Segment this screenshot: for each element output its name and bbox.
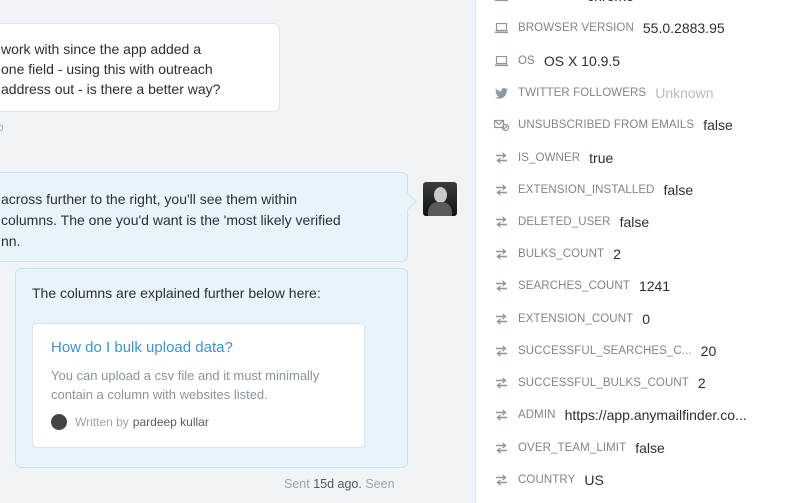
custom-attribute-icon bbox=[494, 376, 509, 390]
attribute-value: https://app.anymailfinder.co... bbox=[564, 407, 747, 423]
attribute-key: is_owner bbox=[518, 152, 581, 164]
attribute-value: 2 bbox=[697, 375, 706, 391]
user-message-line: work with since the app added a bbox=[1, 41, 202, 57]
attribute-row[interactable]: searches_count 1241 bbox=[494, 276, 670, 296]
admin-message-line: across further to the right, you'll see … bbox=[1, 191, 298, 207]
attribute-key: Twitter followers bbox=[518, 87, 647, 99]
attribute-row[interactable]: Browser version 55.0.2883.95 bbox=[494, 18, 725, 38]
attribute-value: 2 bbox=[613, 246, 621, 262]
attribute-value: Unknown bbox=[655, 85, 714, 101]
attribute-row[interactable]: extension_installed false bbox=[494, 180, 693, 200]
attribute-row[interactable]: is_owner true bbox=[494, 148, 613, 168]
attribute-key: admin bbox=[518, 409, 556, 421]
sent-label: Sent bbox=[284, 477, 310, 491]
author-avatar bbox=[51, 414, 67, 430]
attribute-key: country bbox=[518, 474, 576, 486]
article-title-link[interactable]: How do I bulk upload data? bbox=[51, 339, 364, 356]
custom-attribute-icon bbox=[494, 183, 509, 197]
attribute-key: extension_count bbox=[518, 313, 634, 325]
attribute-value: US bbox=[584, 472, 604, 488]
attribute-value: true bbox=[589, 150, 614, 166]
admin-message-line: nn. bbox=[1, 233, 21, 249]
attribute-key: bulks_count bbox=[518, 248, 605, 260]
admin-message-line: columns. The one you'd want is the 'most… bbox=[1, 212, 341, 228]
seen-label: Seen bbox=[365, 477, 395, 491]
laptop-icon bbox=[494, 0, 509, 3]
unsubscribed-mail-icon bbox=[494, 118, 509, 132]
attribute-key: OS bbox=[518, 55, 535, 67]
attribute-key: deleted_user bbox=[518, 216, 611, 228]
article-intro-text: The columns are explained further below … bbox=[32, 285, 321, 301]
attribute-row[interactable]: country US bbox=[494, 470, 604, 490]
attribute-value: chrome bbox=[587, 0, 634, 4]
admin-avatar[interactable] bbox=[423, 182, 457, 216]
attribute-key: successful_bulks_count bbox=[518, 377, 689, 389]
attribute-value: false bbox=[703, 117, 733, 133]
user-message-bubble: work with since the app added a one fiel… bbox=[0, 23, 280, 112]
custom-attribute-icon bbox=[494, 247, 509, 261]
attribute-row[interactable]: successful_searches_c... 20 bbox=[494, 341, 716, 361]
attribute-value: false bbox=[663, 182, 694, 198]
attribute-row[interactable]: bulks_count 2 bbox=[494, 244, 621, 264]
twitter-icon bbox=[494, 86, 509, 100]
attribute-key: Browser version bbox=[518, 22, 634, 34]
user-message-line: address out - is there a better way? bbox=[1, 81, 221, 97]
attribute-value: 20 bbox=[700, 343, 717, 359]
custom-attribute-icon bbox=[494, 151, 509, 165]
laptop-icon bbox=[494, 21, 509, 35]
attribute-key: Browser bbox=[518, 0, 578, 2]
attribute-row[interactable]: OS OS X 10.9.5 bbox=[494, 51, 620, 71]
attribute-value: false bbox=[635, 440, 665, 456]
admin-message-bubble: across further to the right, you'll see … bbox=[0, 172, 408, 262]
attribute-row[interactable]: extension_count 0 bbox=[494, 309, 650, 329]
attribute-row[interactable]: deleted_user false bbox=[494, 212, 649, 232]
user-attributes-panel: Browser chrome Browser version 55.0.2883.95… bbox=[475, 0, 800, 503]
user-message-meta: o bbox=[0, 120, 4, 134]
custom-attribute-icon bbox=[494, 473, 509, 487]
laptop-icon bbox=[494, 54, 509, 68]
custom-attribute-icon bbox=[494, 408, 509, 422]
sent-age: 15d ago. bbox=[313, 477, 362, 491]
article-description: You can upload a csv file and it must mi… bbox=[51, 368, 320, 402]
attribute-value: 0 bbox=[642, 311, 651, 327]
attribute-value: 55.0.2883.95 bbox=[642, 20, 725, 36]
article-message-bubble: The columns are explained further below … bbox=[15, 268, 408, 468]
custom-attribute-icon bbox=[494, 215, 509, 229]
attribute-row[interactable]: Browser chrome bbox=[494, 0, 634, 6]
custom-attribute-icon bbox=[494, 441, 509, 455]
written-by-label: Written by bbox=[75, 415, 129, 429]
attribute-value: false bbox=[619, 214, 650, 230]
attribute-row[interactable]: over_team_limit false bbox=[494, 438, 665, 458]
attribute-row[interactable]: Twitter followers Unknown bbox=[494, 83, 714, 103]
custom-attribute-icon bbox=[494, 344, 509, 358]
custom-attribute-icon bbox=[494, 312, 509, 326]
attribute-key: successful_searches_c... bbox=[518, 345, 692, 357]
attribute-key: over_team_limit bbox=[518, 442, 627, 454]
attribute-value: OS X 10.9.5 bbox=[543, 53, 621, 69]
user-message-line: one field - using this with outreach bbox=[1, 61, 213, 77]
article-author: Written by pardeep kullar bbox=[51, 414, 364, 430]
conversation-pane: work with since the app added a one fiel… bbox=[0, 0, 475, 503]
attribute-row[interactable]: Unsubscribed from emails false bbox=[494, 115, 733, 135]
author-name: pardeep kullar bbox=[132, 415, 209, 429]
custom-attribute-icon bbox=[494, 279, 509, 293]
attribute-key: searches_count bbox=[518, 280, 630, 292]
attribute-row[interactable]: admin https://app.anymailfinder.co... bbox=[494, 405, 747, 425]
article-card[interactable]: How do I bulk upload data? You can uploa… bbox=[32, 323, 365, 448]
attribute-value: 1241 bbox=[638, 278, 671, 294]
attribute-key: Unsubscribed from emails bbox=[518, 119, 695, 131]
message-status: Sent 15d ago. Seen bbox=[284, 477, 395, 491]
attribute-row[interactable]: successful_bulks_count 2 bbox=[494, 373, 706, 393]
attribute-key: extension_installed bbox=[518, 184, 655, 196]
